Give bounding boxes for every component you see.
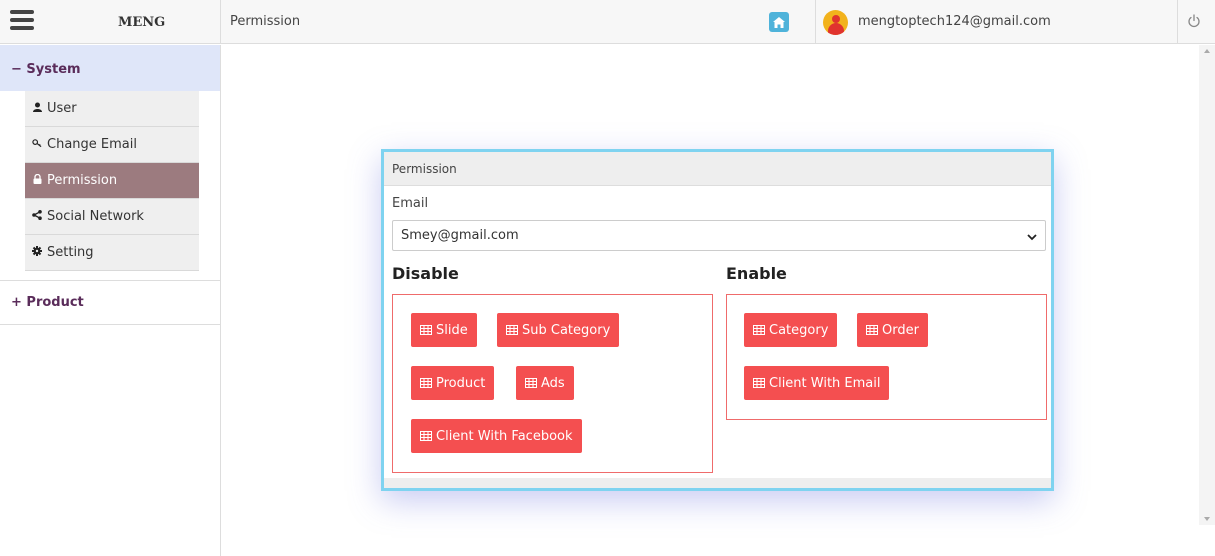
menu-system[interactable]: − System [0,45,220,91]
gear-icon [32,245,42,257]
email-select-value: Smey@gmail.com [401,228,519,243]
sidebar-item-label: Social Network [47,209,144,224]
button-label: Product [436,375,486,391]
enable-box: Category Order Client With Email [726,294,1047,420]
button-label: Sub Category [522,322,611,338]
sidebar: − System User Change Email Permission So… [0,45,221,556]
table-icon [506,325,518,335]
table-icon [753,378,765,388]
button-label: Client With Facebook [436,428,573,444]
sidebar-item-user[interactable]: User [25,91,199,127]
user-icon [32,101,42,113]
table-icon [420,431,432,441]
home-button[interactable] [769,12,789,32]
top-bar: MENG Permission mengtoptech124@gmail.com [0,0,1215,44]
sidebar-item-setting[interactable]: Setting [25,235,199,271]
menu-product[interactable]: + Product [0,281,220,325]
page-title: Permission [230,14,301,29]
permission-panel: Permission Email Smey@gmail.com Disable … [381,149,1054,491]
scroll-down-icon[interactable] [1204,517,1210,521]
button-label: Category [769,322,829,338]
disable-button-product[interactable]: Product [411,366,495,400]
sidebar-item-label: Permission [47,173,118,188]
disable-box: Slide Sub Category Product Ads Client Wi… [392,294,713,473]
system-submenu: User Change Email Permission Social Netw… [25,91,199,271]
chevron-down-icon [1027,230,1037,245]
button-label: Slide [436,322,468,338]
disable-button-sub-category[interactable]: Sub Category [497,313,620,347]
disable-button-ads[interactable]: Ads [516,366,574,400]
panel-footer [384,478,1051,488]
scroll-up-icon[interactable] [1204,49,1210,53]
panel-title: Permission [384,152,1051,186]
table-icon [753,325,765,335]
sidebar-item-label: Change Email [47,137,137,152]
enable-button-category[interactable]: Category [744,313,838,347]
key-icon [32,137,42,149]
enable-title: Enable [726,264,787,283]
brand-logo: MENG [118,15,166,30]
disable-button-slide[interactable]: Slide [411,313,477,347]
table-icon [866,325,878,335]
home-icon [773,16,785,28]
button-label: Ads [541,375,565,391]
table-icon [525,378,537,388]
sidebar-item-label: Setting [47,245,94,260]
share-icon [32,209,42,221]
hamburger-icon[interactable] [10,10,34,30]
sidebar-item-permission[interactable]: Permission [25,163,199,199]
table-icon [420,378,432,388]
sidebar-item-social-network[interactable]: Social Network [25,199,199,235]
power-icon[interactable] [1187,14,1203,30]
email-label: Email [392,196,429,211]
disable-button-client-with-facebook[interactable]: Client With Facebook [411,419,582,453]
lock-icon [32,173,42,185]
sidebar-item-label: User [47,101,77,116]
email-select[interactable]: Smey@gmail.com [392,220,1046,251]
enable-button-order[interactable]: Order [857,313,928,347]
enable-button-client-with-email[interactable]: Client With Email [744,366,890,400]
scrollbar[interactable] [1199,45,1215,525]
button-label: Order [882,322,919,338]
user-avatar [823,10,848,35]
button-label: Client With Email [769,375,881,391]
table-icon [420,325,432,335]
user-email: mengtoptech124@gmail.com [858,14,1051,29]
user-menu[interactable]: mengtoptech124@gmail.com [815,0,1178,44]
disable-title: Disable [392,264,459,283]
sidebar-item-change-email[interactable]: Change Email [25,127,199,163]
brand-area: MENG [0,0,221,44]
